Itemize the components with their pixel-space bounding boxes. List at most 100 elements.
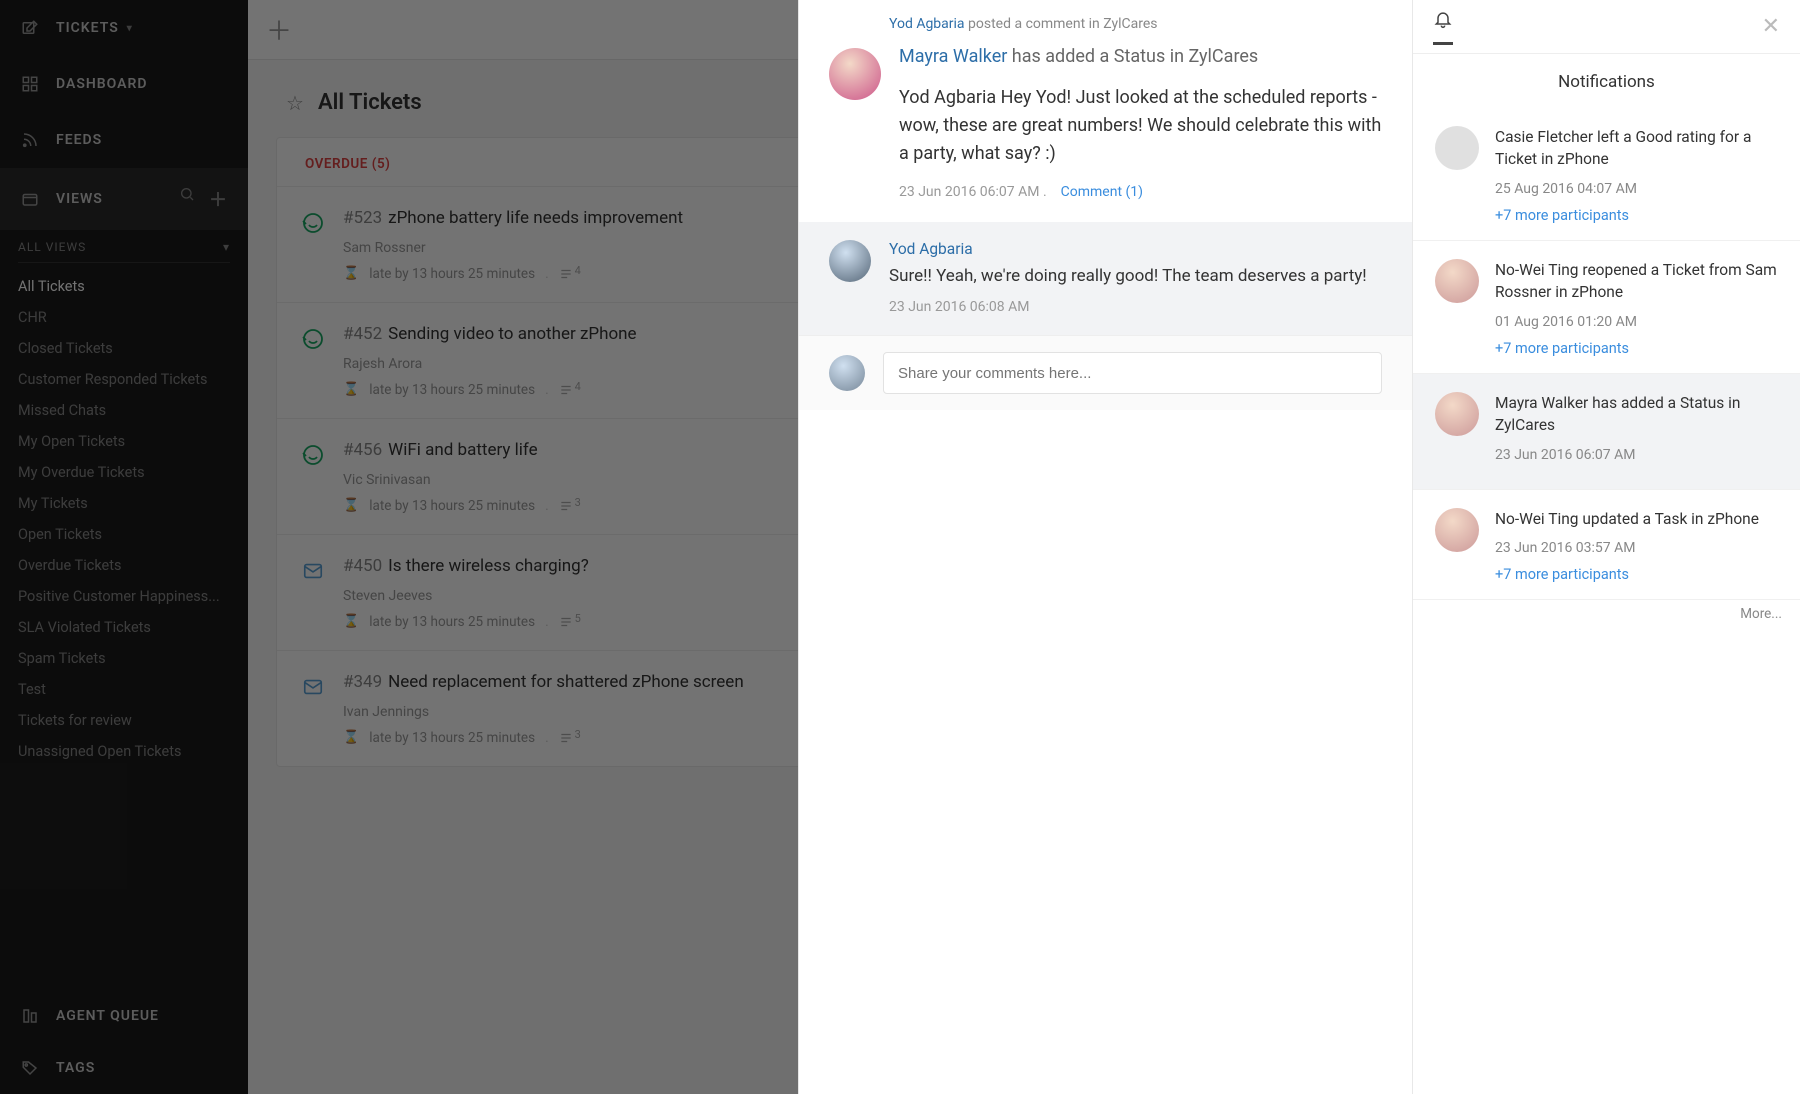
avatar [829, 355, 865, 391]
dashboard-icon [20, 74, 40, 94]
timestamp: 23 Jun 2016 06:07 AM . [899, 184, 1047, 200]
notification-text: No-Wei Ting updated a Task in zPhone [1495, 508, 1778, 530]
close-icon[interactable]: ✕ [1762, 14, 1780, 39]
views-icon [20, 189, 40, 209]
happy-face-icon [299, 325, 327, 353]
view-item[interactable]: My Open Tickets [18, 426, 230, 457]
compose-row [799, 335, 1412, 410]
dashboard-nav[interactable]: DASHBOARD [0, 56, 248, 112]
timestamp: 25 Aug 2016 04:07 AM [1495, 181, 1778, 197]
view-item[interactable]: Positive Customer Happiness... [18, 581, 230, 612]
hourglass-icon: ⌛ [343, 614, 359, 629]
conversation-panel: Yod Agbaria posted a comment in ZylCares… [798, 0, 1412, 1094]
status-headline: Mayra Walker has added a Status in ZylCa… [899, 44, 1382, 70]
view-item[interactable]: My Overdue Tickets [18, 457, 230, 488]
more-participants-link[interactable]: +7 more participants [1495, 207, 1778, 224]
mail-icon [299, 673, 327, 701]
timestamp: 23 Jun 2016 03:57 AM [1495, 540, 1778, 556]
tags-label: TAGS [56, 1060, 95, 1076]
thread-count: 4 [559, 383, 581, 397]
all-views-label: ALL VIEWS [18, 240, 86, 254]
status-message: Yod Agbaria Hey Yod! Just looked at the … [899, 84, 1382, 168]
notifications-panel: ✕ Notifications Casie Fletcher left a Go… [1412, 0, 1800, 1094]
timestamp: 23 Jun 2016 06:07 AM [1495, 447, 1778, 463]
ticket-title: Need replacement for shattered zPhone sc… [388, 672, 744, 692]
view-item[interactable]: Closed Tickets [18, 333, 230, 364]
tickets-nav[interactable]: TICKETS ▾ [0, 0, 248, 56]
view-item[interactable]: SLA Violated Tickets [18, 612, 230, 643]
hourglass-icon: ⌛ [343, 498, 359, 513]
feeds-label: FEEDS [56, 132, 102, 148]
more-notifications-link[interactable]: More... [1413, 600, 1800, 622]
mail-icon [299, 557, 327, 585]
comment-link[interactable]: Comment (1) [1061, 184, 1143, 200]
breadcrumb-author[interactable]: Yod Agbaria [889, 16, 965, 32]
view-item[interactable]: CHR [18, 302, 230, 333]
notification-item[interactable]: No-Wei Ting updated a Task in zPhone 23 … [1413, 490, 1800, 600]
tags-nav[interactable]: TAGS [0, 1042, 248, 1094]
search-icon[interactable] [179, 186, 195, 212]
new-ticket-button[interactable]: ＋ [258, 9, 300, 51]
avatar[interactable] [829, 240, 871, 282]
views-nav[interactable]: VIEWS ＋ [0, 168, 248, 230]
notification-text: Casie Fletcher left a Good rating for a … [1495, 126, 1778, 171]
more-participants-link[interactable]: +7 more participants [1495, 340, 1778, 357]
ticket-id: #456 [343, 440, 382, 460]
comment-author[interactable]: Yod Agbaria [889, 240, 1382, 258]
sidebar: TICKETS ▾ DASHBOARD FEEDS VIEWS [0, 0, 248, 1094]
agent-queue-icon [20, 1006, 40, 1026]
comment-input[interactable] [883, 352, 1382, 394]
dashboard-label: DASHBOARD [56, 76, 148, 92]
notification-text: Mayra Walker has added a Status in ZylCa… [1495, 392, 1778, 437]
tags-icon [20, 1058, 40, 1078]
ticket-sla: late by 13 hours 25 minutes [369, 498, 535, 514]
add-view-icon[interactable]: ＋ [209, 186, 228, 212]
feeds-icon [20, 130, 40, 150]
ticket-title: Is there wireless charging? [388, 556, 589, 576]
notification-text: No-Wei Ting reopened a Ticket from Sam R… [1495, 259, 1778, 304]
view-item[interactable]: Missed Chats [18, 395, 230, 426]
ticket-sla: late by 13 hours 25 minutes [369, 614, 535, 630]
thread-count: 4 [559, 267, 581, 281]
chevron-down-icon: ▾ [127, 23, 133, 34]
thread-count: 5 [559, 615, 581, 629]
ticket-title: zPhone battery life needs improvement [388, 208, 683, 228]
comment-block: Yod Agbaria Sure!! Yeah, we're doing rea… [799, 222, 1412, 336]
comment-body: Sure!! Yeah, we're doing really good! Th… [889, 264, 1382, 290]
star-icon[interactable]: ☆ [286, 91, 304, 115]
view-item[interactable]: My Tickets [18, 488, 230, 519]
ticket-id: #452 [343, 324, 382, 344]
timestamp: 23 Jun 2016 06:08 AM [889, 299, 1382, 315]
view-item[interactable]: Unassigned Open Tickets [18, 736, 230, 767]
notifications-title: Notifications [1413, 54, 1800, 108]
notification-item[interactable]: Mayra Walker has added a Status in ZylCa… [1413, 374, 1800, 490]
breadcrumb: Yod Agbaria posted a comment in ZylCares [799, 0, 1412, 38]
happy-face-icon [299, 209, 327, 237]
view-item[interactable]: Overdue Tickets [18, 550, 230, 581]
feeds-nav[interactable]: FEEDS [0, 112, 248, 168]
thread-count: 3 [559, 499, 581, 513]
ticket-title: Sending video to another zPhone [388, 324, 636, 344]
notification-item[interactable]: No-Wei Ting reopened a Ticket from Sam R… [1413, 241, 1800, 374]
page-title: All Tickets [318, 90, 422, 115]
view-item[interactable]: Spam Tickets [18, 643, 230, 674]
view-item[interactable]: Tickets for review [18, 705, 230, 736]
ticket-id: #349 [343, 672, 382, 692]
bell-icon[interactable] [1433, 9, 1453, 45]
ticket-id: #450 [343, 556, 382, 576]
views-label: VIEWS [56, 191, 103, 207]
all-views-header[interactable]: ALL VIEWS ▾ [18, 230, 230, 263]
hourglass-icon: ⌛ [343, 730, 359, 745]
view-item[interactable]: Test [18, 674, 230, 705]
view-item[interactable]: Open Tickets [18, 519, 230, 550]
avatar [1435, 392, 1479, 436]
timestamp: 01 Aug 2016 01:20 AM [1495, 314, 1778, 330]
avatar[interactable] [829, 48, 881, 100]
view-item[interactable]: Customer Responded Tickets [18, 364, 230, 395]
more-participants-link[interactable]: +7 more participants [1495, 566, 1778, 583]
notification-item[interactable]: Casie Fletcher left a Good rating for a … [1413, 108, 1800, 241]
view-item[interactable]: All Tickets [18, 271, 230, 302]
avatar [1435, 508, 1479, 552]
agent-queue-nav[interactable]: AGENT QUEUE [0, 990, 248, 1042]
avatar [1435, 259, 1479, 303]
